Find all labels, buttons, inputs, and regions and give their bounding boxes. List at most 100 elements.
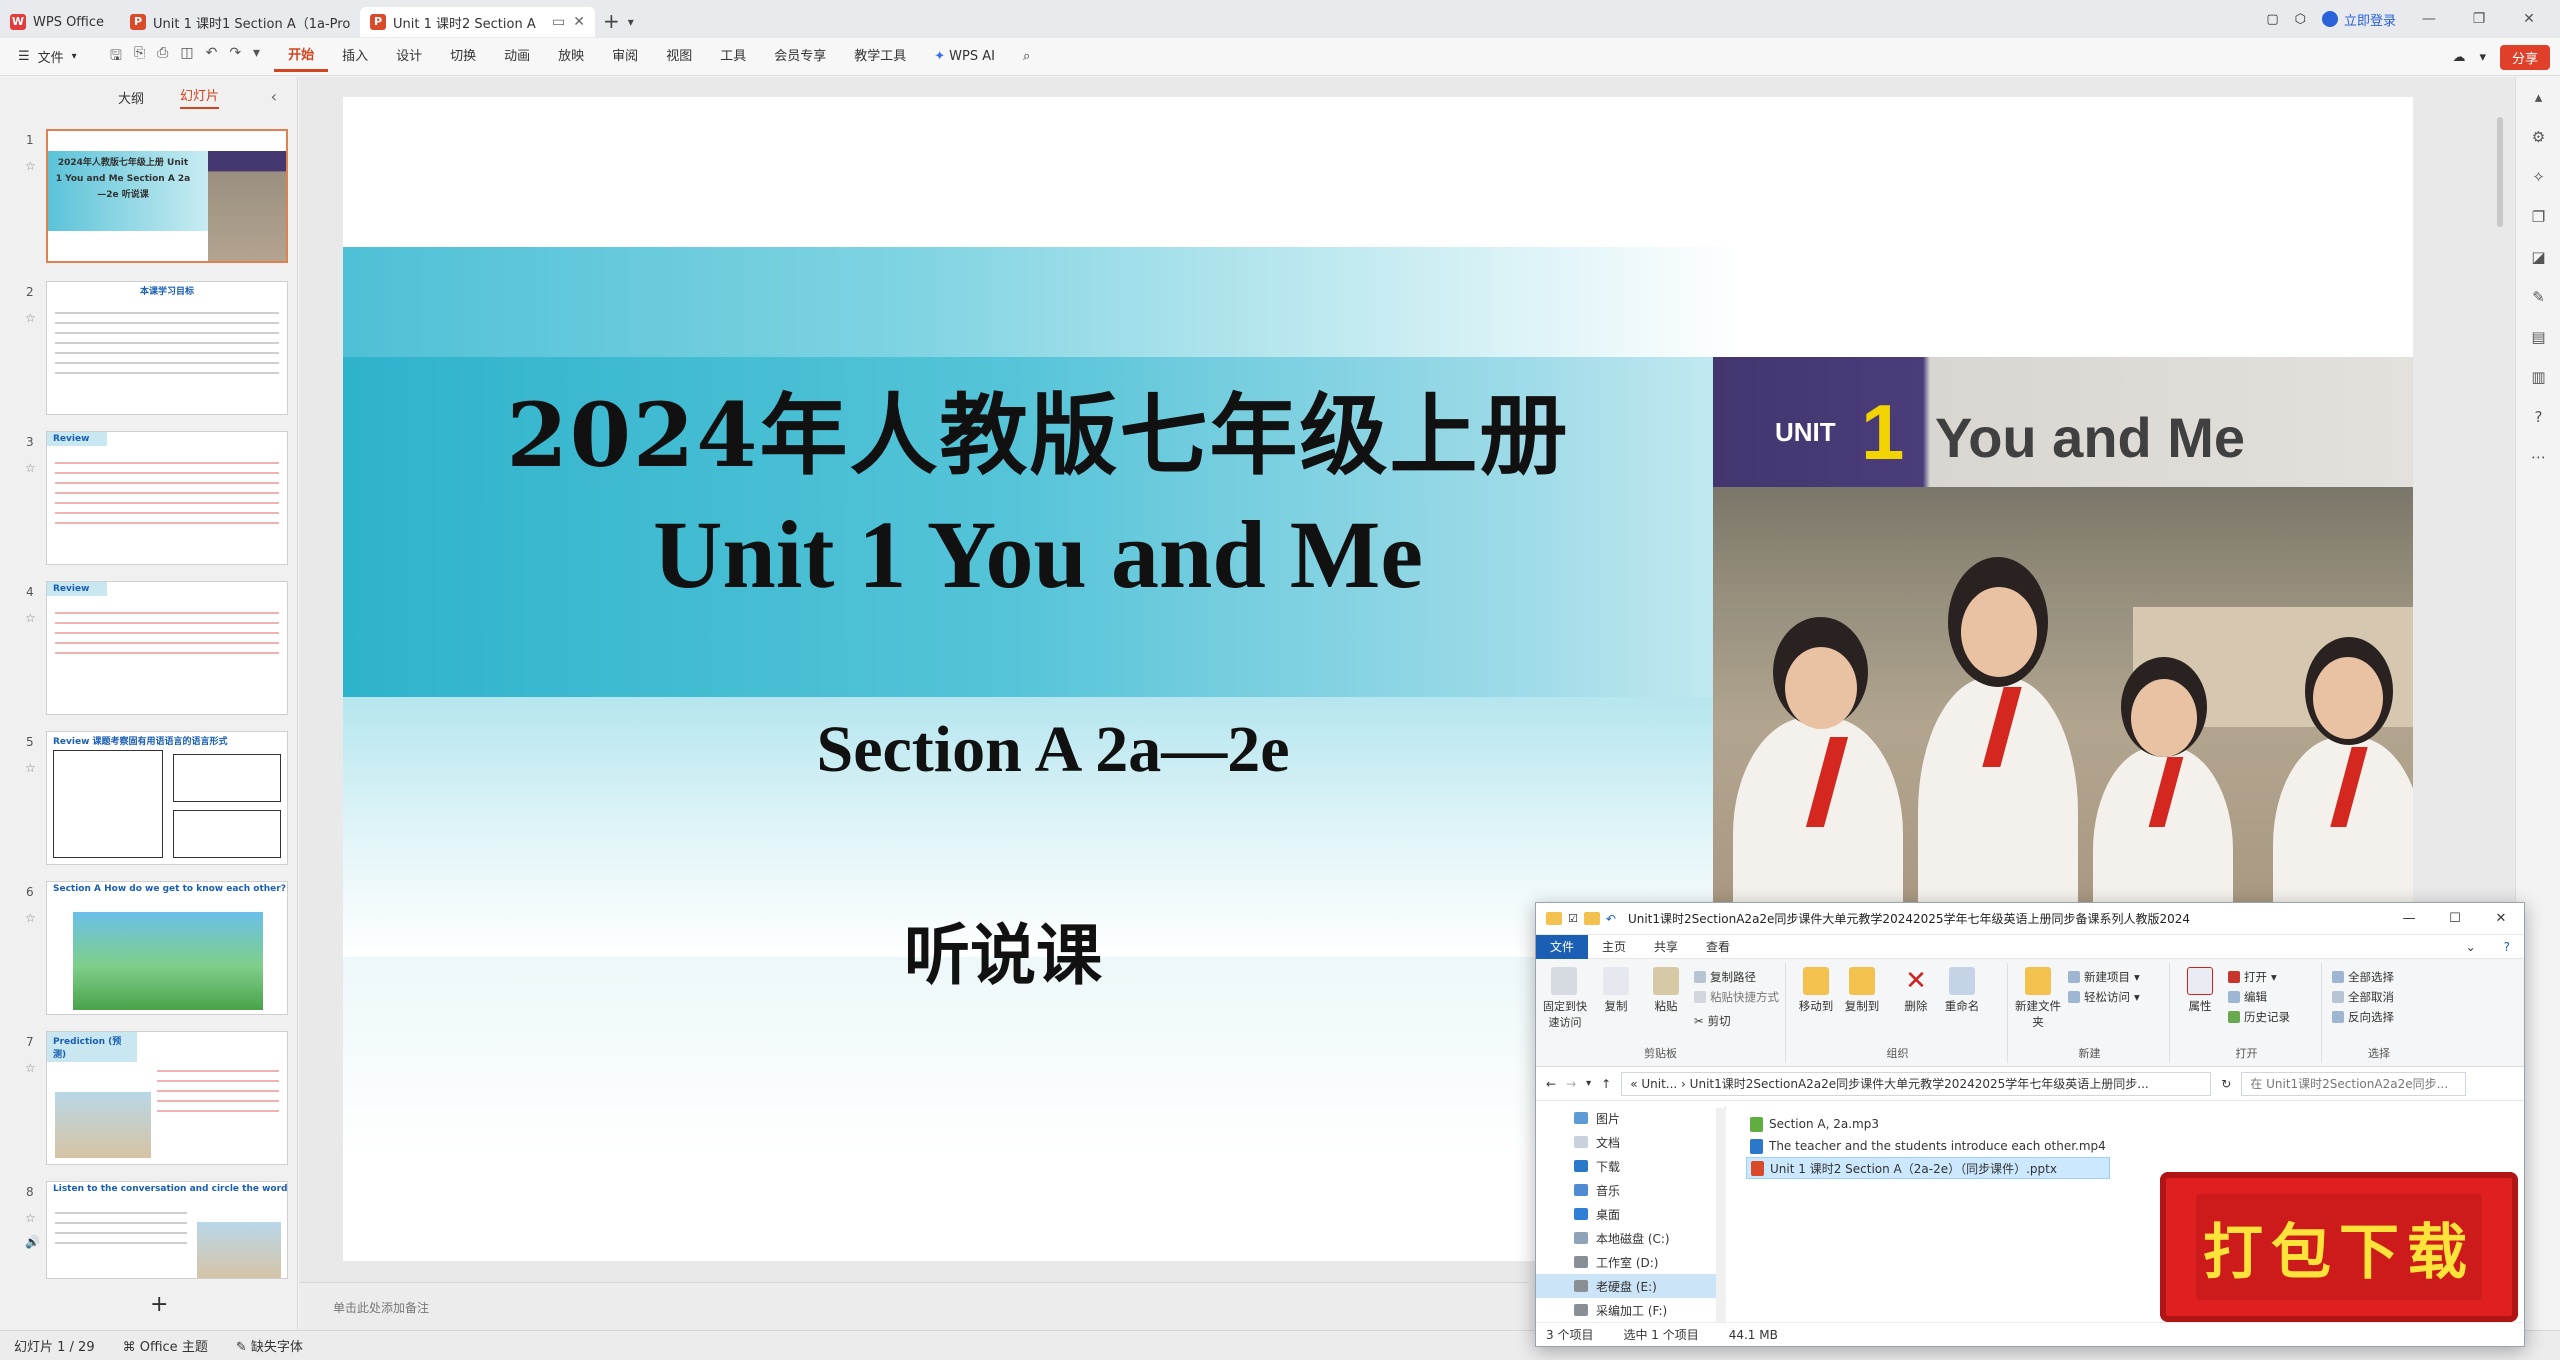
select-none-button[interactable]: 全部取消 (2332, 989, 2394, 1005)
nav-scrollbar[interactable] (1716, 1108, 1726, 1322)
menu-slideshow[interactable]: 放映 (544, 38, 598, 76)
audio-icon[interactable]: 🔊 (25, 1235, 40, 1249)
tools-icon[interactable]: ✎ (2516, 277, 2560, 317)
login-link[interactable]: 立即登录 (2321, 10, 2396, 29)
rename-button[interactable]: 重命名 (1938, 967, 1986, 1014)
menu-home[interactable]: 开始 (274, 38, 329, 72)
nav-item-drive-d[interactable]: 工作室 (D:) (1536, 1250, 1725, 1274)
search-icon[interactable]: ⌕ (1009, 38, 1044, 76)
address-bar[interactable]: « Unit... › Unit1课时2SectionA2a2e同步课件大单元教… (1621, 1071, 2212, 1096)
save-icon[interactable]: 🖫 (110, 45, 122, 69)
chevron-down-icon[interactable]: ▾ (628, 15, 634, 29)
refresh-icon[interactable]: ↻ (2221, 1077, 2231, 1091)
nav-item-drive-e[interactable]: 老硬盘 (E:) (1536, 1274, 1725, 1298)
forward-arrow-icon[interactable]: → (1566, 1077, 1576, 1091)
help-icon[interactable]: ? (2516, 397, 2560, 437)
file-item[interactable]: Section A, 2a.mp3 (1746, 1113, 2110, 1135)
download-package-badge[interactable]: 打包下载 (2160, 1172, 2518, 1322)
easy-access-button[interactable]: 轻松访问 ▾ (2068, 989, 2140, 1005)
slide-thumbnail[interactable]: Review 课题考察固有用语语言的语言形式 (46, 731, 288, 865)
notes-pane[interactable]: 单击此处添加备注 (299, 1282, 1529, 1330)
minimize-button[interactable]: — (2386, 903, 2432, 935)
history-button[interactable]: 历史记录 (2228, 1009, 2290, 1025)
theme-label[interactable]: ⌘ Office 主题 (123, 1336, 208, 1355)
chevron-down-icon[interactable]: ▾ (1586, 1078, 1591, 1089)
nav-item-downloads[interactable]: 下载 (1536, 1154, 1725, 1178)
preview-icon[interactable]: ◫ (180, 45, 193, 69)
open-button[interactable]: 打开 ▾ (2228, 969, 2277, 985)
select-all-button[interactable]: 全部选择 (2332, 969, 2394, 985)
file-menu[interactable]: ☰ 文件 ▾ (0, 47, 96, 66)
share-button[interactable]: 分享 (2499, 44, 2550, 70)
copy-icon[interactable]: ❐ (2516, 197, 2560, 237)
tab-slides[interactable]: 幻灯片 (180, 85, 220, 109)
properties-button[interactable]: 属性 (2176, 967, 2224, 1014)
edit-button[interactable]: 编辑 (2228, 989, 2267, 1005)
nav-item-drive-c[interactable]: 本地磁盘 (C:) (1536, 1226, 1725, 1250)
chevron-down-icon[interactable]: ▾ (253, 45, 260, 69)
tab-wps-office[interactable]: W WPS Office (0, 7, 120, 37)
search-box[interactable]: 在 Unit1课时2SectionA2a2e同步... (2241, 1071, 2467, 1096)
menu-view[interactable]: 视图 (652, 38, 706, 76)
slide-thumbnail[interactable]: Prediction (预测) (46, 1031, 288, 1165)
copy-to-button[interactable]: 复制到 (1838, 967, 1886, 1014)
undo-icon[interactable]: ↶ (1606, 912, 1616, 926)
window-mode-icon[interactable]: ▢ (2266, 12, 2278, 27)
new-item-button[interactable]: 新建项目 ▾ (2068, 969, 2140, 985)
chevron-down-icon[interactable]: ▾ (2479, 50, 2486, 65)
settings-icon[interactable]: ⚙ (2516, 117, 2560, 157)
menu-member[interactable]: 会员专享 (760, 38, 840, 76)
layout-icon[interactable]: ▥ (2516, 357, 2560, 397)
maximize-button[interactable]: ☐ (2432, 903, 2478, 935)
close-button[interactable]: ✕ (2478, 903, 2524, 935)
menu-transitions[interactable]: 切换 (436, 38, 490, 76)
undo-icon[interactable]: ↶ (206, 45, 218, 69)
menu-tools[interactable]: 工具 (706, 38, 760, 76)
properties-icon[interactable]: ☑ (1568, 912, 1578, 925)
magic-icon[interactable]: ✧ (2516, 157, 2560, 197)
new-folder-button[interactable]: 新建文件夹 (2014, 967, 2062, 1030)
help-icon[interactable]: ? (2490, 935, 2524, 959)
star-icon[interactable]: ☆ (25, 1211, 36, 1225)
copy-path-button[interactable]: 复制路径 (1694, 969, 1756, 985)
add-slide-icon[interactable]: + (150, 1292, 168, 1317)
slide-thumbnail[interactable]: 2024年人教版七年级上册 Unit 1 You and Me Section … (46, 129, 288, 263)
paste-button[interactable]: 粘贴 (1642, 967, 1690, 1014)
tab-doc-1[interactable]: P Unit 1 课时1 Section A（1a-Pronun (120, 7, 360, 37)
slide-title-en[interactable]: Unit 1 You and Me (463, 499, 1613, 610)
tab-view[interactable]: 查看 (1692, 935, 1744, 959)
tab-doc-2-active[interactable]: P Unit 1 课时2 Section A（2a- ▭ ✕ (360, 7, 595, 37)
star-icon[interactable]: ☆ (25, 461, 36, 475)
export-icon[interactable]: ⎘ (134, 45, 145, 69)
cover-photo[interactable]: UNIT 1 You and Me (1713, 357, 2413, 967)
nav-item-desktop[interactable]: 桌面 (1536, 1202, 1725, 1226)
paste-shortcut-button[interactable]: 粘贴快捷方式 (1694, 989, 1779, 1005)
box-icon[interactable]: ⬡ (2295, 12, 2306, 27)
nav-item-music[interactable]: 音乐 (1536, 1178, 1725, 1202)
slide-section[interactable]: Section A 2a—2e (503, 712, 1603, 788)
menu-review[interactable]: 审阅 (598, 38, 652, 76)
slide-thumbnail[interactable]: Review (46, 581, 288, 715)
star-icon[interactable]: ☆ (25, 1061, 36, 1075)
missing-font[interactable]: ✎ 缺失字体 (236, 1336, 303, 1355)
slide-title-cn[interactable]: 2024年人教版七年级上册 (463, 365, 1613, 492)
print-icon[interactable]: ⎙ (157, 45, 168, 69)
slide-lesson-type[interactable]: 听说课 (703, 902, 1303, 998)
nav-item-pictures[interactable]: 图片 (1536, 1106, 1725, 1130)
scroll-up-icon[interactable]: ▴ (2516, 77, 2560, 117)
menu-insert[interactable]: 插入 (328, 38, 382, 76)
up-arrow-icon[interactable]: ↑ (1601, 1077, 1611, 1091)
minimize-button[interactable]: — (2412, 11, 2446, 27)
menu-animations[interactable]: 动画 (490, 38, 544, 76)
more-icon[interactable]: ⋯ (2516, 437, 2560, 477)
template-icon[interactable]: ▤ (2516, 317, 2560, 357)
star-icon[interactable]: ☆ (25, 311, 36, 325)
restore-button[interactable]: ❐ (2462, 11, 2496, 27)
collapse-panel-icon[interactable]: ‹ (271, 87, 277, 106)
star-icon[interactable]: ☆ (25, 911, 36, 925)
slide-thumbnail[interactable]: Listen to the conversation and circle th… (46, 1181, 288, 1279)
star-icon[interactable]: ☆ (25, 159, 36, 173)
slide-thumbnail[interactable]: 本课学习目标 (46, 281, 288, 415)
slide-thumbnail[interactable]: Section A How do we get to know each oth… (46, 881, 288, 1015)
close-button[interactable]: ✕ (2512, 11, 2546, 27)
